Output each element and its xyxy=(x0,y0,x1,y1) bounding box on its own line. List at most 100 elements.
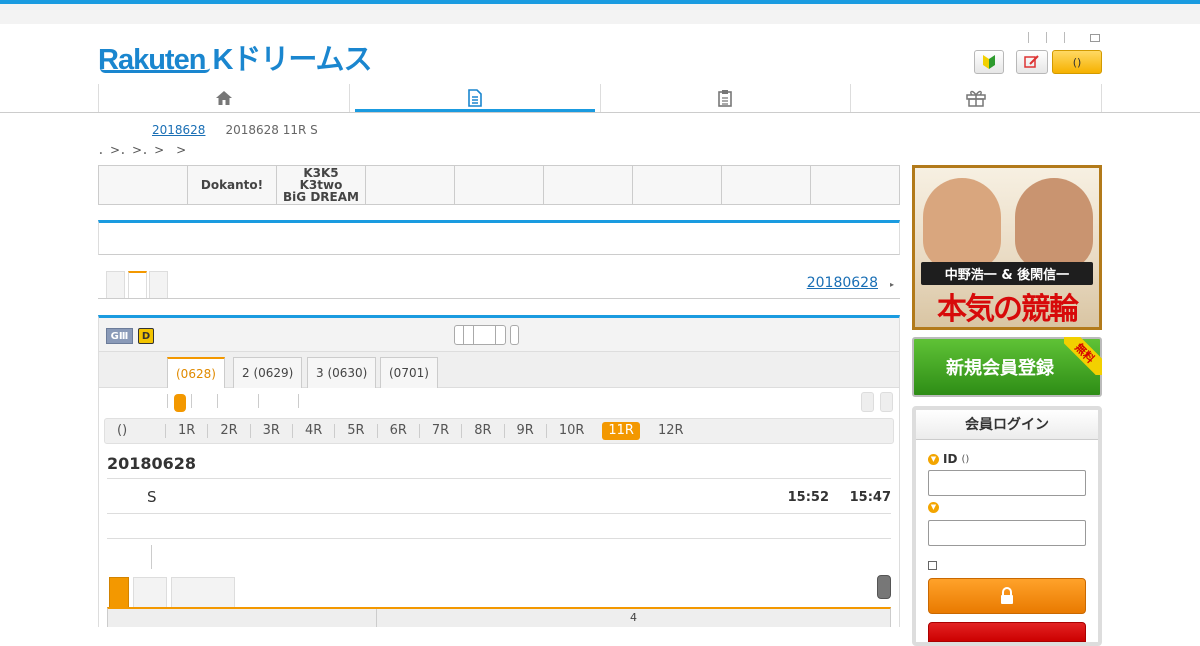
gift-icon xyxy=(966,90,986,107)
notice-box xyxy=(98,220,900,255)
venue-tab-8[interactable] xyxy=(722,166,811,204)
beginner-button[interactable] xyxy=(974,50,1004,74)
venue-tab-1[interactable] xyxy=(99,166,188,204)
venue-tab-k3k5[interactable]: K3K5 K3two BiG DREAM xyxy=(277,166,366,204)
points-button[interactable]: () xyxy=(1052,50,1102,74)
schedule-tab-3[interactable] xyxy=(149,271,168,298)
race-link-7r[interactable]: 7R xyxy=(418,424,461,438)
nav-campaign[interactable] xyxy=(850,84,1102,112)
scroll-handle[interactable] xyxy=(877,575,891,599)
race-link-8r[interactable]: 8R xyxy=(461,424,503,438)
race-link-1r[interactable]: 1R xyxy=(165,424,207,438)
util-link-1[interactable] xyxy=(1028,32,1046,43)
day-tab-4[interactable]: (0701) xyxy=(380,357,438,388)
race-link-12r[interactable]: 12R xyxy=(646,424,696,438)
race-link-4r[interactable]: 4R xyxy=(291,424,334,438)
free-ribbon-label: 無料 xyxy=(1064,337,1102,375)
date-link-arrow-icon: ▸ xyxy=(889,280,894,289)
login-id-input[interactable] xyxy=(928,470,1086,496)
race-link-3r[interactable]: 3R xyxy=(249,424,292,438)
next-button[interactable] xyxy=(880,392,893,412)
edit-button[interactable] xyxy=(1016,50,1048,74)
table-header: 4 xyxy=(107,607,891,627)
utility-links xyxy=(1028,32,1100,43)
ad-subtitle: 中野浩一 & 後閑信一 xyxy=(921,262,1093,285)
venue-tab-4[interactable] xyxy=(366,166,455,204)
sub-breadcrumb[interactable]: ．>．>．> > xyxy=(98,141,186,158)
race-sub-row xyxy=(107,539,891,573)
login-button[interactable] xyxy=(928,578,1086,614)
table-column-number: 4 xyxy=(630,611,637,624)
venue-tab-dokanto[interactable]: Dokanto! xyxy=(188,166,277,204)
odds-tab-1[interactable] xyxy=(109,577,129,607)
chevron-down-icon: ▼ xyxy=(928,453,939,465)
view-toggle-button[interactable] xyxy=(454,325,506,345)
schedule-tab-2[interactable] xyxy=(128,271,147,298)
nav-race-info[interactable] xyxy=(348,84,600,113)
day-tab-3[interactable]: 3 (0630) xyxy=(307,357,377,388)
free-ribbon: 無料 xyxy=(1064,337,1102,375)
nav-results[interactable] xyxy=(599,84,851,112)
race-link-5r[interactable]: 5R xyxy=(334,424,376,438)
race-link-6r[interactable]: 6R xyxy=(376,424,419,438)
nav-home[interactable] xyxy=(98,84,349,112)
race-name: S xyxy=(147,488,157,506)
logo-swoosh xyxy=(100,68,210,73)
document-icon xyxy=(467,89,482,107)
breadcrumb: 2018628 2018628 11R S xyxy=(152,123,318,137)
venue-tab-5[interactable] xyxy=(455,166,544,204)
day-tab-1[interactable]: (0628) xyxy=(167,357,225,389)
login-password-label: ▼ xyxy=(928,502,943,513)
venue-tab-9[interactable] xyxy=(811,166,899,204)
remember-checkbox[interactable] xyxy=(928,561,937,570)
venue-tab-7[interactable] xyxy=(633,166,722,204)
race-name-row: S 15:52 15:47 xyxy=(107,478,891,514)
chevron-down-icon: ▼ xyxy=(928,502,939,513)
util-link-2[interactable] xyxy=(1046,32,1064,43)
global-nav xyxy=(98,84,1102,113)
race-link-11r-active[interactable]: 11R xyxy=(602,422,640,440)
lock-icon xyxy=(1001,587,1013,604)
ad-title: 本気の競輪 TV xyxy=(937,292,1079,327)
header-band xyxy=(0,4,1200,24)
schedule-tab-row: 20180628 ▸ xyxy=(98,255,900,299)
site-header: Rakuten Kドリームス () xyxy=(0,24,1200,90)
race-date: 20180628 xyxy=(107,454,197,473)
race-link-2r[interactable]: 2R xyxy=(207,424,249,438)
clipboard-icon xyxy=(718,90,733,107)
odds-tab-3[interactable] xyxy=(171,577,235,607)
register-button[interactable]: 新規会員登録 無料 xyxy=(912,337,1102,397)
util-link-3[interactable] xyxy=(1064,32,1082,43)
register-label: 新規会員登録 xyxy=(946,358,1054,379)
date-link[interactable]: 20180628 xyxy=(807,275,878,291)
ad-person-left xyxy=(923,178,1001,270)
race-info-row xyxy=(107,514,891,539)
login-box: 会員ログイン ▼ ID () ▼ xyxy=(912,406,1102,646)
login-title: 会員ログイン xyxy=(916,410,1098,440)
view-toggle-small-button[interactable] xyxy=(510,325,519,345)
new-window-icon[interactable] xyxy=(1090,34,1100,42)
grade-g3-badge: GⅢ xyxy=(106,328,133,344)
venue-tab-6[interactable] xyxy=(544,166,633,204)
day-tabs: (0628) 2 (0629) 3 (0630) (0701) xyxy=(99,352,899,389)
breadcrumb-current: 2018628 11R S xyxy=(225,123,318,137)
home-icon xyxy=(215,91,232,105)
grade-d-badge: D xyxy=(138,328,154,344)
race-link-10r[interactable]: 10R xyxy=(545,424,597,438)
prev-button[interactable] xyxy=(861,392,874,412)
race-bar-label: () xyxy=(117,423,128,438)
odds-tab-2[interactable] xyxy=(133,577,167,607)
race-start-time: 15:52 xyxy=(787,490,829,505)
nav-divider xyxy=(0,112,1200,113)
ad-banner[interactable]: 中野浩一 & 後閑信一 本気の競輪 TV xyxy=(912,165,1102,330)
login-id-label: ▼ ID () xyxy=(928,452,969,466)
rakuten-login-button[interactable] xyxy=(928,622,1086,642)
login-password-input[interactable] xyxy=(928,520,1086,546)
schedule-tab-1[interactable] xyxy=(106,271,125,298)
race-link-9r[interactable]: 9R xyxy=(503,424,546,438)
race-indicator-row xyxy=(99,388,899,418)
breadcrumb-link[interactable]: 2018628 xyxy=(152,123,205,137)
beginner-mark-icon xyxy=(983,55,995,69)
odds-tabs xyxy=(99,573,899,607)
day-tab-2[interactable]: 2 (0629) xyxy=(233,357,303,388)
